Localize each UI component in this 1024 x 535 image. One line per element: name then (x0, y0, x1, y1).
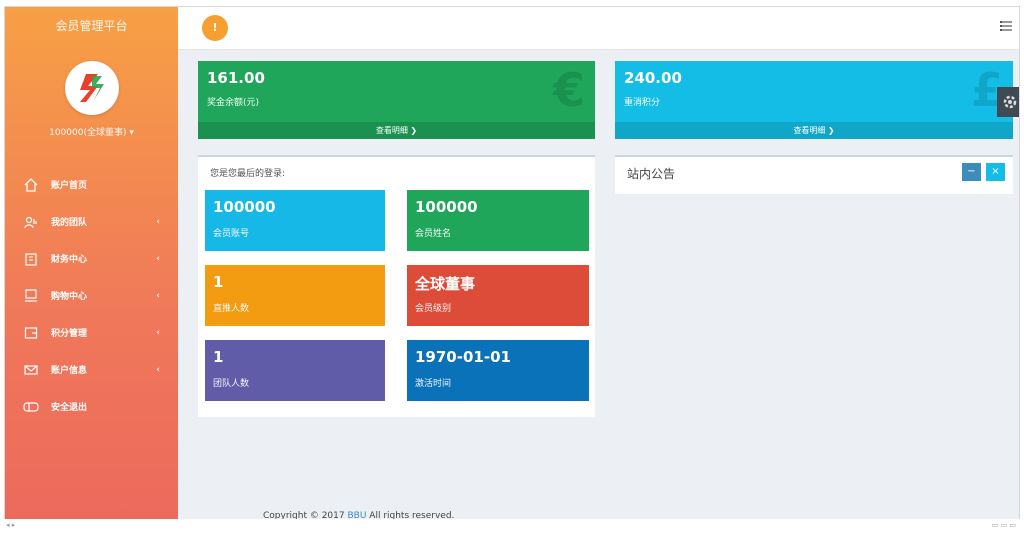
tile-value: 1970-01-01 (415, 348, 511, 366)
monitor-icon (23, 288, 39, 304)
chevron-left-icon: ‹ (156, 327, 160, 338)
team-icon (23, 214, 39, 230)
app-window: 会员管理平台 100000(全球董事) ▾ 账户首页 我的团队 ‹ 财务中心 ‹… (4, 6, 1020, 526)
tile-value: 1 (213, 273, 224, 291)
tile-member-account: 100000 会员账号 (205, 190, 385, 251)
sidebar-item-team[interactable]: 我的团队 ‹ (5, 203, 178, 240)
stat-value: 240.00 (624, 69, 682, 87)
sidebar-item-logout[interactable]: 安全退出 (5, 388, 178, 425)
clipboard-icon (23, 251, 39, 267)
sidebar-item-label: 账户信息 (51, 366, 88, 376)
notice-panel: 站内公告 − × (615, 155, 1013, 194)
close-button[interactable]: × (986, 163, 1005, 181)
view-details-link[interactable]: 查看明细 ❯ (198, 122, 595, 139)
menu-icon[interactable] (999, 19, 1013, 33)
sidebar-brand: 会员管理平台 (55, 19, 128, 33)
sidebar-item-shopping[interactable]: 购物中心 ‹ (5, 277, 178, 314)
sidebar-item-home[interactable]: 账户首页 (5, 166, 178, 203)
sidebar-item-label: 我的团队 (51, 218, 88, 228)
sidebar-item-label: 安全退出 (51, 403, 88, 413)
avatar[interactable] (64, 61, 119, 115)
last-login-note: 您是您最后的登录: (210, 169, 286, 179)
top-navbar: ! (178, 7, 1019, 50)
sidebar-item-account[interactable]: 账户信息 ‹ (5, 351, 178, 388)
chevron-down-icon: ▾ (129, 128, 134, 138)
view-details-link[interactable]: 查看明细 ❯ (615, 122, 1013, 139)
user-name: 100000(全球董事) (49, 128, 127, 138)
sidebar-item-finance[interactable]: 财务中心 ‹ (5, 240, 178, 277)
sidebar-item-points[interactable]: 积分管理 ‹ (5, 314, 178, 351)
notice-panel-title: 站内公告 (627, 167, 676, 181)
logo-icon (79, 74, 104, 102)
tile-label: 直推人数 (213, 304, 250, 314)
sidebar-item-label: 财务中心 (51, 255, 88, 265)
tile-label: 会员级别 (415, 304, 452, 314)
status-left: ◂ ▸ (6, 521, 16, 529)
sidebar-item-label: 购物中心 (51, 292, 88, 302)
gear-icon (1003, 95, 1017, 109)
mail-icon (23, 362, 39, 378)
tile-team-size: 1 团队人数 (205, 340, 385, 401)
notification-badge[interactable]: ! (202, 15, 228, 41)
member-info-panel: 您是您最后的登录: 100000 会员账号 100000 会员姓名 1 直推人数… (198, 155, 595, 417)
chevron-left-icon: ‹ (156, 364, 160, 375)
tile-label: 会员姓名 (415, 229, 452, 239)
status-right: ▭ ▭ ▭ (991, 521, 1016, 529)
stat-label: 重消积分 (624, 98, 661, 108)
settings-gear-button[interactable] (997, 87, 1019, 117)
folder-icon (23, 325, 39, 341)
sidebar: 会员管理平台 100000(全球董事) ▾ 账户首页 我的团队 ‹ 财务中心 ‹… (5, 7, 178, 519)
home-icon (23, 177, 39, 193)
stat-repurchase-points: £ 240.00 重消积分 查看明细 ❯ (615, 61, 1013, 139)
chevron-left-icon: ‹ (156, 253, 160, 264)
tile-label: 激活时间 (415, 379, 452, 389)
tile-activation-time: 1970-01-01 激活时间 (407, 340, 589, 401)
tile-value: 100000 (213, 198, 276, 216)
stat-label: 奖金余额(元) (207, 98, 260, 108)
euro-icon: € (552, 63, 585, 117)
sidebar-item-label: 积分管理 (51, 329, 88, 339)
sidebar-item-label: 账户首页 (51, 181, 88, 191)
logout-icon (23, 399, 39, 415)
stat-value: 161.00 (207, 69, 265, 87)
tile-value: 全球董事 (415, 275, 476, 293)
tile-direct-referrals: 1 直推人数 (205, 265, 385, 326)
tile-label: 会员账号 (213, 229, 250, 239)
tile-value: 1 (213, 348, 224, 366)
chevron-left-icon: ‹ (156, 290, 160, 301)
tile-value: 100000 (415, 198, 478, 216)
browser-status-bar: ◂ ▸ ▭ ▭ ▭ (0, 519, 1024, 535)
sidebar-nav: 账户首页 我的团队 ‹ 财务中心 ‹ 购物中心 ‹ 积分管理 ‹ 账户信息 ‹ … (5, 166, 178, 425)
collapse-button[interactable]: − (962, 163, 981, 181)
tile-member-level: 全球董事 会员级别 (407, 265, 589, 326)
user-menu[interactable]: 100000(全球董事) ▾ (5, 125, 178, 138)
tile-label: 团队人数 (213, 379, 250, 389)
stat-bonus-balance: € 161.00 奖金余额(元) 查看明细 ❯ (198, 61, 595, 139)
chevron-left-icon: ‹ (156, 216, 160, 227)
tile-member-name: 100000 会员姓名 (407, 190, 589, 251)
